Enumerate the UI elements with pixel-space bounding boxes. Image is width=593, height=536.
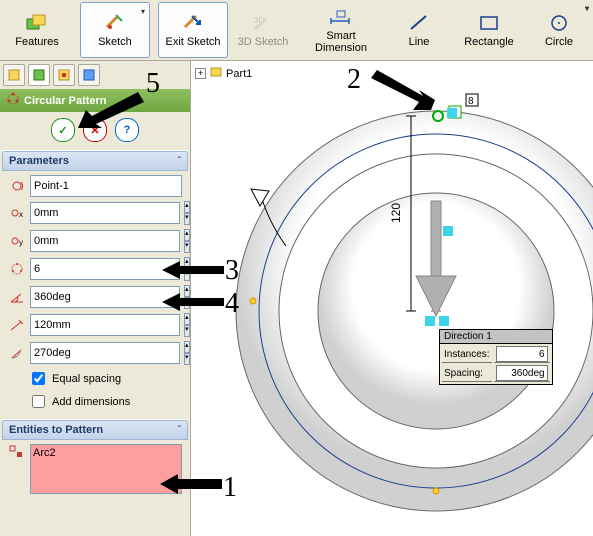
equal-spacing-checkbox[interactable]: Equal spacing bbox=[28, 369, 182, 388]
ok-button[interactable]: ✓ bbox=[51, 118, 75, 142]
panel-tab-dim[interactable] bbox=[78, 64, 100, 86]
panel-tab-config[interactable] bbox=[53, 64, 75, 86]
exit-sketch-icon bbox=[180, 12, 206, 34]
annotation-1: 1 bbox=[223, 472, 237, 504]
rectangle-icon bbox=[476, 12, 502, 34]
line-label: Line bbox=[409, 36, 430, 48]
center-point-field[interactable] bbox=[30, 175, 182, 197]
panel-tab-property-manager[interactable] bbox=[28, 64, 50, 86]
exit-sketch-button[interactable]: Exit Sketch bbox=[158, 2, 228, 58]
line-icon bbox=[406, 12, 432, 34]
smart-dimension-icon bbox=[328, 6, 354, 28]
instances-value[interactable] bbox=[496, 346, 548, 362]
instance-count-field[interactable] bbox=[30, 258, 180, 280]
direction-callout-title: Direction 1 bbox=[440, 330, 552, 344]
panel-tabs bbox=[0, 61, 190, 89]
arc-angle-spinner[interactable]: ▴▾ bbox=[184, 341, 190, 365]
add-dimensions-checkbox[interactable]: Add dimensions bbox=[28, 392, 182, 411]
collapse-icon[interactable]: ˆ bbox=[178, 156, 181, 167]
annotation-arrow-2 bbox=[365, 70, 435, 118]
arc-angle-field[interactable] bbox=[30, 342, 180, 364]
rectangle-button[interactable]: Rectangle ▾ bbox=[454, 2, 524, 58]
center-x-field[interactable] bbox=[30, 202, 180, 224]
annotation-arrow-5 bbox=[78, 92, 148, 136]
graphics-viewport[interactable]: + Part1 bbox=[191, 61, 593, 536]
annotation-4: 4 bbox=[225, 288, 239, 320]
total-angle-icon bbox=[8, 289, 26, 305]
features-icon bbox=[24, 12, 50, 34]
line-button[interactable]: Line ▾ bbox=[384, 2, 454, 58]
arc-angle-icon bbox=[8, 345, 26, 361]
annotation-arrow-1 bbox=[160, 472, 222, 496]
3d-sketch-label: 3D Sketch bbox=[238, 36, 289, 48]
exit-sketch-label: Exit Sketch bbox=[165, 36, 220, 48]
entities-title: Entities to Pattern bbox=[9, 424, 103, 436]
panel-tab-feature-tree[interactable] bbox=[3, 64, 25, 86]
annotation-3: 3 bbox=[225, 255, 239, 287]
entities-header[interactable]: Entities to Pattern ˆ bbox=[2, 420, 188, 440]
smart-dimension-button[interactable]: Smart Dimension ▾ bbox=[306, 2, 376, 58]
circular-pattern-icon bbox=[6, 92, 20, 109]
annotation-arrow-4 bbox=[162, 292, 224, 312]
add-dimensions-input[interactable] bbox=[32, 395, 45, 408]
center-y-spinner[interactable]: ▴▾ bbox=[184, 229, 190, 253]
3d-sketch-icon: 3D bbox=[250, 12, 276, 34]
svg-text:y: y bbox=[19, 238, 23, 247]
radius-icon bbox=[8, 317, 26, 333]
radius-field[interactable] bbox=[30, 314, 180, 336]
3d-sketch-button: 3D 3D Sketch bbox=[228, 2, 298, 58]
dimension-value[interactable]: 120 bbox=[389, 203, 403, 223]
annotation-arrow-3 bbox=[162, 260, 224, 280]
center-y-field[interactable] bbox=[30, 230, 180, 252]
center-x-spinner[interactable]: ▴▾ bbox=[184, 201, 190, 225]
parameters-section: Parameters ˆ x ▴▾ y bbox=[2, 150, 188, 415]
smart-dimension-label: Smart Dimension bbox=[315, 30, 367, 54]
annotation-2: 2 bbox=[347, 64, 361, 96]
parameters-title: Parameters bbox=[9, 155, 69, 167]
center-x-icon: x bbox=[8, 205, 26, 221]
circle-icon bbox=[546, 12, 572, 34]
annotation-5: 5 bbox=[146, 68, 160, 100]
circle-button[interactable]: Circle ▾ bbox=[524, 2, 593, 58]
center-y-icon: y bbox=[8, 233, 26, 249]
collapse-icon[interactable]: ˆ bbox=[178, 425, 181, 436]
circle-label: Circle bbox=[545, 36, 573, 48]
spacing-value[interactable] bbox=[496, 365, 548, 381]
sketch-button[interactable]: Sketch ▾ bbox=[80, 2, 150, 58]
direction-callout: Direction 1 Instances: Spacing: bbox=[439, 329, 553, 385]
sketch-icon bbox=[102, 12, 128, 34]
instance-count-icon bbox=[8, 261, 26, 277]
list-item[interactable]: Arc2 bbox=[33, 447, 179, 459]
center-point-icon bbox=[8, 178, 26, 194]
total-angle-field[interactable] bbox=[30, 286, 180, 308]
instances-label: Instances: bbox=[442, 346, 492, 363]
radius-spinner[interactable]: ▴▾ bbox=[184, 313, 190, 337]
entities-icon bbox=[8, 444, 26, 460]
features-button[interactable]: Features ▾ bbox=[2, 2, 72, 58]
svg-text:8: 8 bbox=[468, 96, 474, 107]
parameters-header[interactable]: Parameters ˆ bbox=[2, 151, 188, 171]
equal-spacing-label: Equal spacing bbox=[52, 373, 121, 385]
sketch-graphics: ⌀ 8 bbox=[191, 61, 593, 536]
sketch-label: Sketch bbox=[98, 36, 132, 48]
equal-spacing-input[interactable] bbox=[32, 372, 45, 385]
svg-text:x: x bbox=[19, 210, 23, 219]
add-dimensions-label: Add dimensions bbox=[52, 396, 130, 408]
spacing-label: Spacing: bbox=[442, 365, 492, 382]
main-toolbar: Features ▾ Sketch ▾ Exit Sketch 3D 3D Sk… bbox=[0, 0, 593, 61]
rectangle-label: Rectangle bbox=[464, 36, 514, 48]
features-label: Features bbox=[15, 36, 58, 48]
